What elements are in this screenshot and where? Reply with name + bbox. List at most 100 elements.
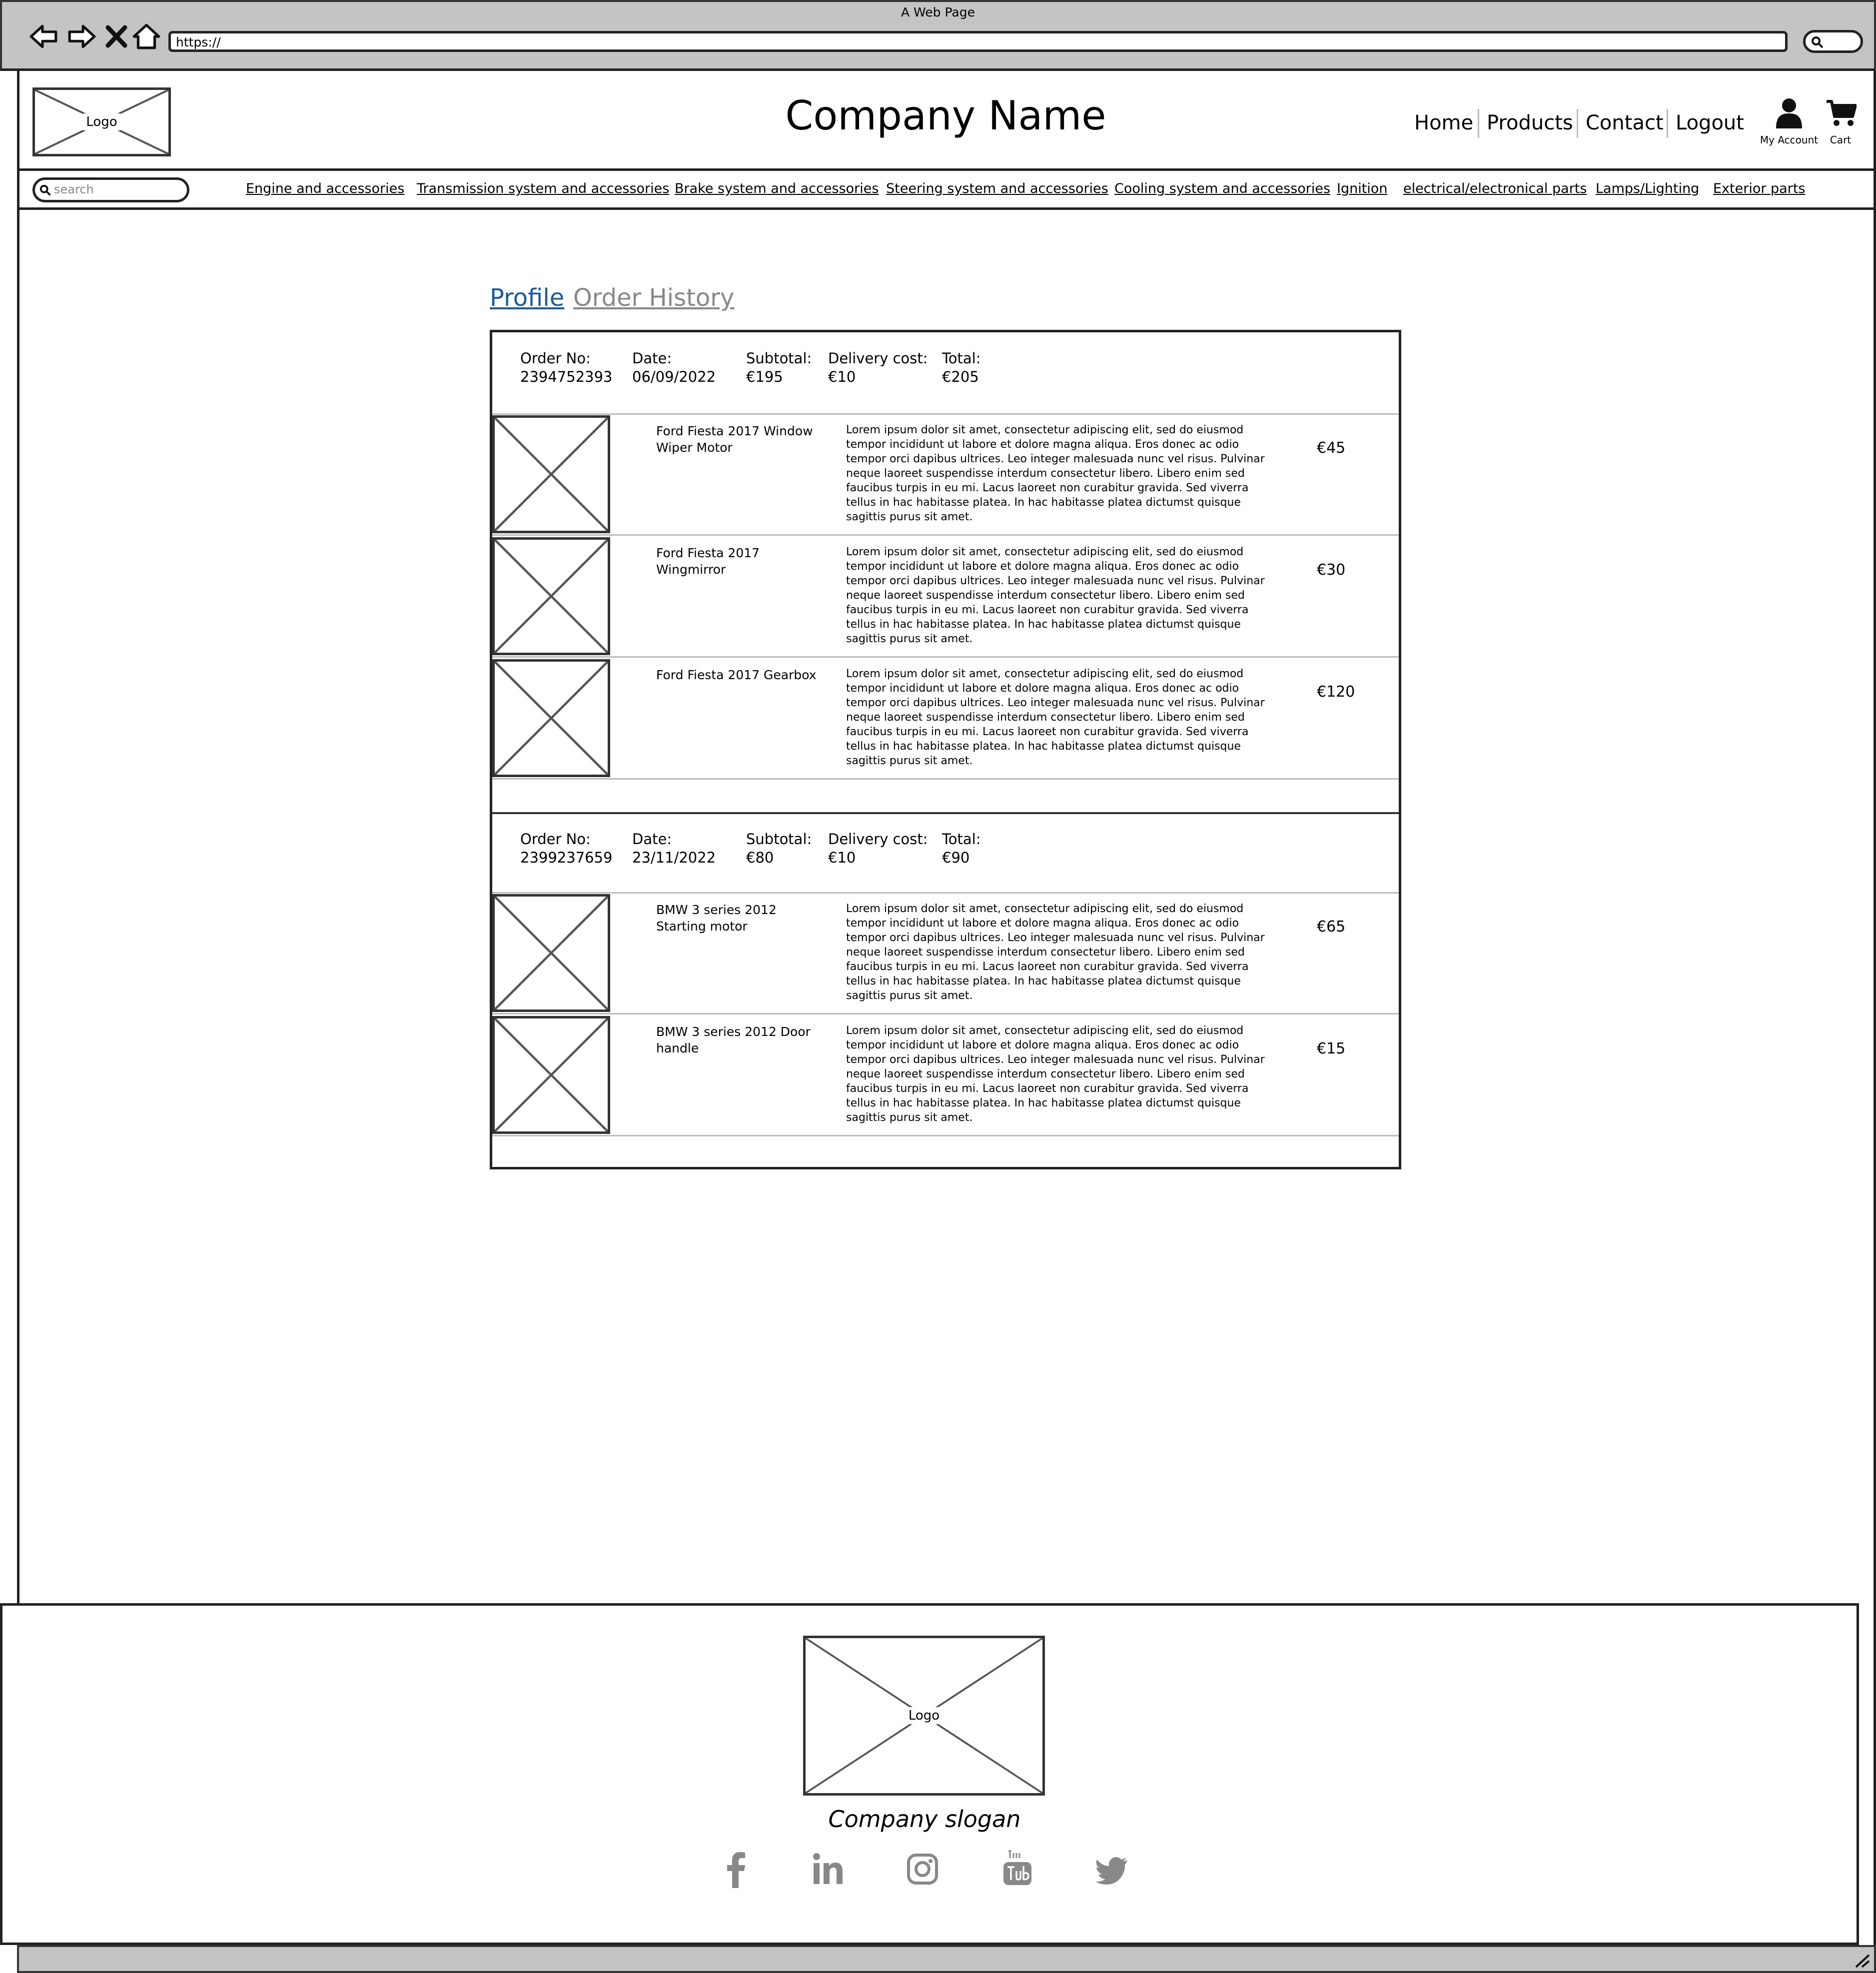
order-total-label: Total: — [942, 350, 981, 367]
order-delivery-field: Delivery cost: €10 — [828, 830, 928, 867]
order-total-field: Total: €90 — [942, 830, 981, 867]
order-total-field: Total: €205 — [942, 349, 981, 386]
order-no-label: Order No: — [520, 831, 591, 848]
forward-arrow-icon[interactable] — [66, 21, 97, 52]
order-no-value: 2399237659 — [520, 849, 613, 866]
nav-separator — [1577, 109, 1578, 138]
order-delivery-label: Delivery cost: — [828, 350, 928, 367]
browser-search-button[interactable] — [1803, 30, 1863, 53]
my-account-button[interactable]: My Account — [1757, 97, 1822, 147]
order-subtotal-value: €195 — [746, 368, 783, 385]
order-history-panel: Order No: 2394752393 Date: 06/09/2022 Su… — [490, 330, 1401, 1169]
item-price: €120 — [1317, 683, 1355, 701]
order-date-label: Date: — [632, 350, 672, 367]
item-description: Lorem ipsum dolor sit amet, consectetur … — [846, 546, 1265, 645]
item-price: €65 — [1317, 918, 1346, 936]
cart-button[interactable]: Cart — [1823, 97, 1858, 147]
order-total-value: €205 — [942, 368, 979, 385]
search-placeholder: search — [54, 182, 94, 196]
order-delivery-label: Delivery cost: — [828, 831, 928, 848]
item-name: Ford Fiesta 2017 Wingmirror — [656, 546, 760, 577]
nav-contact[interactable]: Contact — [1586, 109, 1664, 137]
order-subtotal-field: Subtotal: €195 — [746, 349, 812, 386]
order-date-label: Date: — [632, 831, 672, 848]
order-delivery-value: €10 — [828, 849, 856, 866]
divider — [492, 778, 1399, 780]
category-link[interactable]: Steering system and accessories — [886, 181, 1108, 196]
order-subtotal-label: Subtotal: — [746, 350, 812, 367]
resize-handle-icon[interactable] — [1853, 1953, 1870, 1968]
divider — [492, 534, 1399, 536]
order-no-label: Order No: — [520, 350, 591, 367]
order-total-label: Total: — [942, 831, 981, 848]
item-name: BMW 3 series 2012 Door handle — [656, 1024, 811, 1055]
image-placeholder-icon — [495, 1018, 608, 1131]
item-name: Ford Fiesta 2017 Window Wiper Motor — [656, 424, 813, 455]
company-slogan: Company slogan — [828, 1806, 1021, 1833]
search-icon — [39, 184, 51, 196]
order-item[interactable]: BMW 3 series 2012 Door handle Lorem ipsu… — [492, 1016, 1399, 1136]
cart-label: Cart — [1830, 134, 1852, 146]
nav-home[interactable]: Home — [1414, 109, 1473, 137]
tab-profile[interactable]: Profile — [490, 284, 564, 312]
footer-logo-label: Logo — [905, 1707, 943, 1724]
order-date-field: Date: 06/09/2022 — [632, 349, 716, 386]
item-description: Lorem ipsum dolor sit amet, consectetur … — [846, 424, 1265, 523]
order-item[interactable]: BMW 3 series 2012 Starting motor Lorem i… — [492, 894, 1399, 1014]
category-link[interactable]: Cooling system and accessories — [1114, 181, 1330, 196]
nav-products[interactable]: Products — [1487, 109, 1573, 137]
order-date-field: Date: 23/11/2022 — [632, 830, 716, 867]
cart-icon — [1827, 100, 1857, 126]
instagram-icon[interactable] — [906, 1849, 940, 1889]
order-separator — [492, 812, 1399, 814]
facebook-icon[interactable] — [719, 1849, 754, 1889]
order-item[interactable]: Ford Fiesta 2017 Wingmirror Lorem ipsum … — [492, 537, 1399, 657]
item-image — [492, 1016, 610, 1134]
header-logo[interactable]: Logo — [32, 87, 171, 156]
header-logo-label: Logo — [83, 113, 120, 130]
close-icon[interactable] — [104, 21, 129, 52]
category-link[interactable]: Engine and accessories — [246, 181, 404, 196]
divider — [492, 1013, 1399, 1014]
url-bar[interactable]: https:// — [168, 31, 1788, 52]
order-no-field: Order No: 2399237659 — [520, 830, 613, 867]
item-description: Lorem ipsum dolor sit amet, consectetur … — [846, 668, 1265, 767]
browser-status-bar — [17, 1945, 1876, 1973]
linkedin-icon[interactable] — [811, 1849, 846, 1889]
home-icon[interactable] — [131, 21, 162, 52]
category-link[interactable]: Exterior parts — [1713, 181, 1805, 196]
back-arrow-icon[interactable] — [28, 21, 59, 52]
order-item[interactable]: Ford Fiesta 2017 Window Wiper Motor Lore… — [492, 415, 1399, 535]
my-account-label: My Account — [1760, 134, 1819, 146]
item-description: Lorem ipsum dolor sit amet, consectetur … — [846, 1024, 1265, 1124]
category-link[interactable]: electrical/electronical parts — [1403, 181, 1587, 196]
divider — [492, 1135, 1399, 1136]
category-link[interactable]: Brake system and accessories — [675, 181, 879, 196]
order-item[interactable]: Ford Fiesta 2017 Gearbox Lorem ipsum dol… — [492, 659, 1399, 779]
item-name: Ford Fiesta 2017 Gearbox — [656, 668, 817, 682]
company-name: Company Name — [785, 92, 1106, 139]
divider — [492, 892, 1399, 894]
nav-separator — [1667, 109, 1668, 138]
image-placeholder-icon — [495, 897, 608, 1009]
item-image — [492, 894, 610, 1012]
item-image — [492, 659, 610, 777]
category-link[interactable]: Ignition — [1337, 181, 1387, 196]
twitter-icon[interactable] — [1095, 1849, 1130, 1889]
category-link[interactable]: Transmission system and accessories — [417, 181, 669, 196]
item-image — [492, 415, 610, 533]
search-icon — [1812, 36, 1824, 48]
nav-logout[interactable]: Logout — [1676, 109, 1744, 137]
order-date-value: 23/11/2022 — [632, 849, 716, 866]
search-input[interactable]: search — [32, 177, 189, 202]
image-placeholder-icon — [495, 662, 608, 775]
category-link[interactable]: Lamps/Lighting — [1596, 181, 1699, 196]
order-subtotal-value: €80 — [746, 849, 774, 866]
divider — [492, 413, 1399, 415]
order-total-value: €90 — [942, 849, 970, 866]
tab-order-history[interactable]: Order History — [573, 284, 734, 312]
order-subtotal-field: Subtotal: €80 — [746, 830, 812, 867]
footer-logo[interactable]: Logo — [803, 1636, 1045, 1796]
youtube-icon[interactable] — [1000, 1849, 1035, 1889]
item-image — [492, 537, 610, 655]
